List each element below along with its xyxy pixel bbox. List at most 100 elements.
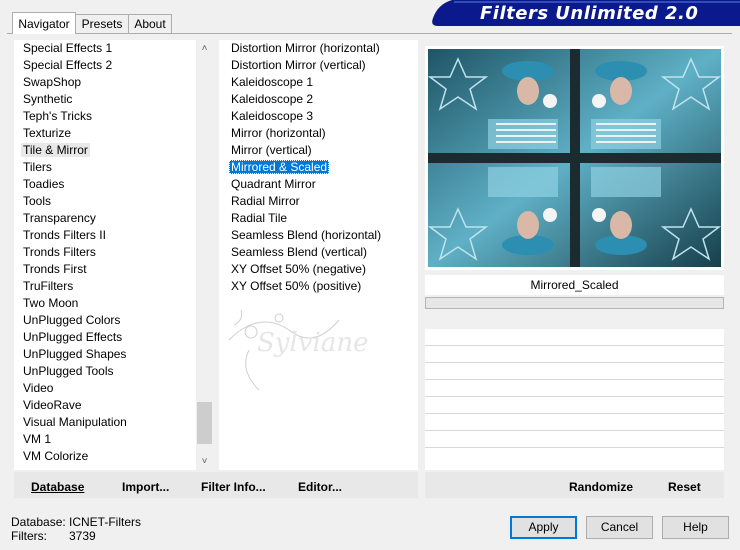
- import-button[interactable]: Import...: [122, 480, 169, 494]
- category-item-label: TruFilters: [23, 279, 74, 293]
- category-item-label: Tilers: [23, 160, 52, 174]
- parameter-row: [425, 396, 724, 397]
- category-item[interactable]: Two Moon: [21, 295, 196, 312]
- filter-list[interactable]: Distortion Mirror (horizontal) Distortion…: [219, 40, 418, 470]
- filter-item[interactable]: Kaleidoscope 3: [229, 108, 418, 125]
- randomize-button[interactable]: Randomize: [569, 480, 633, 494]
- category-item[interactable]: Teph's Tricks: [21, 108, 196, 125]
- filter-item[interactable]: Mirror (vertical): [229, 142, 418, 159]
- preview-filter-name: Mirrored_Scaled: [425, 275, 724, 295]
- filter-item-label: Mirrored & Scaled: [229, 160, 330, 174]
- filter-info-button[interactable]: Filter Info...: [201, 480, 266, 494]
- category-item[interactable]: VM Colorize: [21, 448, 196, 465]
- category-item-label: Texturize: [23, 126, 72, 140]
- filter-item-label: Kaleidoscope 2: [231, 92, 314, 106]
- parameter-area: [425, 309, 724, 470]
- status-database-value: ICNET-Filters: [69, 515, 141, 529]
- category-item[interactable]: Special Effects 2: [21, 57, 196, 74]
- category-item-label: Tronds First: [23, 262, 87, 276]
- category-item-label: Transparency: [23, 211, 96, 225]
- category-item[interactable]: Video: [21, 380, 196, 397]
- filter-item-label: Quadrant Mirror: [231, 177, 316, 191]
- category-item-label: VM Colorize: [23, 449, 89, 463]
- tab-navigator[interactable]: Navigator: [12, 12, 76, 34]
- filter-item[interactable]: Mirror (horizontal): [229, 125, 418, 142]
- category-item[interactable]: SwapShop: [21, 74, 196, 91]
- filter-item[interactable]: Kaleidoscope 2: [229, 91, 418, 108]
- filter-item[interactable]: Mirrored & Scaled: [229, 159, 418, 176]
- category-item[interactable]: Special Effects 1: [21, 40, 196, 57]
- parameter-row: [425, 362, 724, 363]
- filter-item[interactable]: Radial Tile: [229, 210, 418, 227]
- parameter-row: [425, 447, 724, 448]
- filter-item-label: Distortion Mirror (vertical): [231, 58, 366, 72]
- category-item[interactable]: Tronds Filters: [21, 244, 196, 261]
- category-item-label: Tronds Filters II: [23, 228, 106, 242]
- parameter-row: [425, 413, 724, 414]
- category-list[interactable]: Special Effects 1 Special Effects 2 SwapSh…: [14, 40, 196, 470]
- category-item[interactable]: UnPlugged Tools: [21, 363, 196, 380]
- filter-item[interactable]: Quadrant Mirror: [229, 176, 418, 193]
- category-item-label: VideoRave: [23, 398, 82, 412]
- tab-presets[interactable]: Presets: [75, 14, 129, 33]
- editor-button[interactable]: Editor...: [298, 480, 342, 494]
- category-item[interactable]: Texturize: [21, 125, 196, 142]
- category-item[interactable]: UnPlugged Colors: [21, 312, 196, 329]
- watermark-text: Sylviane: [257, 328, 369, 358]
- scroll-up-icon[interactable]: ˄: [196, 40, 213, 57]
- filter-item[interactable]: Seamless Blend (horizontal): [229, 227, 418, 244]
- filter-item[interactable]: Distortion Mirror (horizontal): [229, 40, 418, 57]
- apply-button[interactable]: Apply: [510, 516, 577, 539]
- category-item-label: UnPlugged Tools: [23, 364, 114, 378]
- preview-image: [428, 49, 721, 267]
- filter-item[interactable]: Seamless Blend (vertical): [229, 244, 418, 261]
- category-item-label: Tools: [23, 194, 52, 208]
- cancel-button[interactable]: Cancel: [586, 516, 653, 539]
- filter-item-label: Kaleidoscope 1: [231, 75, 314, 89]
- category-item[interactable]: VideoRave: [21, 397, 196, 414]
- category-item-label: SwapShop: [23, 75, 82, 89]
- filter-item[interactable]: Distortion Mirror (vertical): [229, 57, 418, 74]
- filter-item-label: Radial Mirror: [231, 194, 300, 208]
- help-button[interactable]: Help: [662, 516, 729, 539]
- category-item[interactable]: UnPlugged Effects: [21, 329, 196, 346]
- filter-item-label: Radial Tile: [231, 211, 288, 225]
- category-item[interactable]: Tile & Mirror: [21, 142, 196, 159]
- category-item[interactable]: UnPlugged Shapes: [21, 346, 196, 363]
- filter-item-label: Mirror (horizontal): [231, 126, 326, 140]
- category-item-label: Tile & Mirror: [21, 143, 90, 157]
- category-item[interactable]: Synthetic: [21, 91, 196, 108]
- filter-item-label: Seamless Blend (horizontal): [231, 228, 382, 242]
- filter-item-label: XY Offset 50% (negative): [231, 262, 366, 276]
- category-item[interactable]: VM 1: [21, 431, 196, 448]
- category-item[interactable]: Transparency: [21, 210, 196, 227]
- category-item[interactable]: Toadies: [21, 176, 196, 193]
- category-item[interactable]: Visual Manipulation: [21, 414, 196, 431]
- status-filters-value: 3739: [69, 529, 96, 543]
- category-item[interactable]: Tronds Filters II: [21, 227, 196, 244]
- parameter-row: [425, 379, 724, 380]
- category-item-label: Teph's Tricks: [23, 109, 92, 123]
- category-item-label: Visual Manipulation: [23, 415, 127, 429]
- database-button[interactable]: Database: [31, 480, 84, 494]
- category-item-label: Toadies: [23, 177, 65, 191]
- category-item[interactable]: Tronds First: [21, 261, 196, 278]
- category-item[interactable]: Tilers: [21, 159, 196, 176]
- status-database-label: Database:: [11, 515, 66, 529]
- filter-item-label: Mirror (vertical): [231, 143, 312, 157]
- preview-progress-bar: [425, 297, 724, 309]
- tab-about[interactable]: About: [128, 14, 172, 33]
- category-item[interactable]: TruFilters: [21, 278, 196, 295]
- reset-button[interactable]: Reset: [668, 480, 701, 494]
- tab-divider: [7, 33, 732, 34]
- filter-item[interactable]: Radial Mirror: [229, 193, 418, 210]
- category-item-label: Special Effects 1: [23, 41, 113, 55]
- category-item-label: Tronds Filters: [23, 245, 96, 259]
- scroll-down-icon[interactable]: ˅: [196, 453, 213, 470]
- category-item-label: VM 1: [23, 432, 52, 446]
- filter-item[interactable]: XY Offset 50% (negative): [229, 261, 418, 278]
- scroll-thumb[interactable]: [197, 402, 212, 444]
- category-scrollbar[interactable]: ˄ ˅: [196, 40, 213, 470]
- filter-item[interactable]: Kaleidoscope 1: [229, 74, 418, 91]
- category-item[interactable]: Tools: [21, 193, 196, 210]
